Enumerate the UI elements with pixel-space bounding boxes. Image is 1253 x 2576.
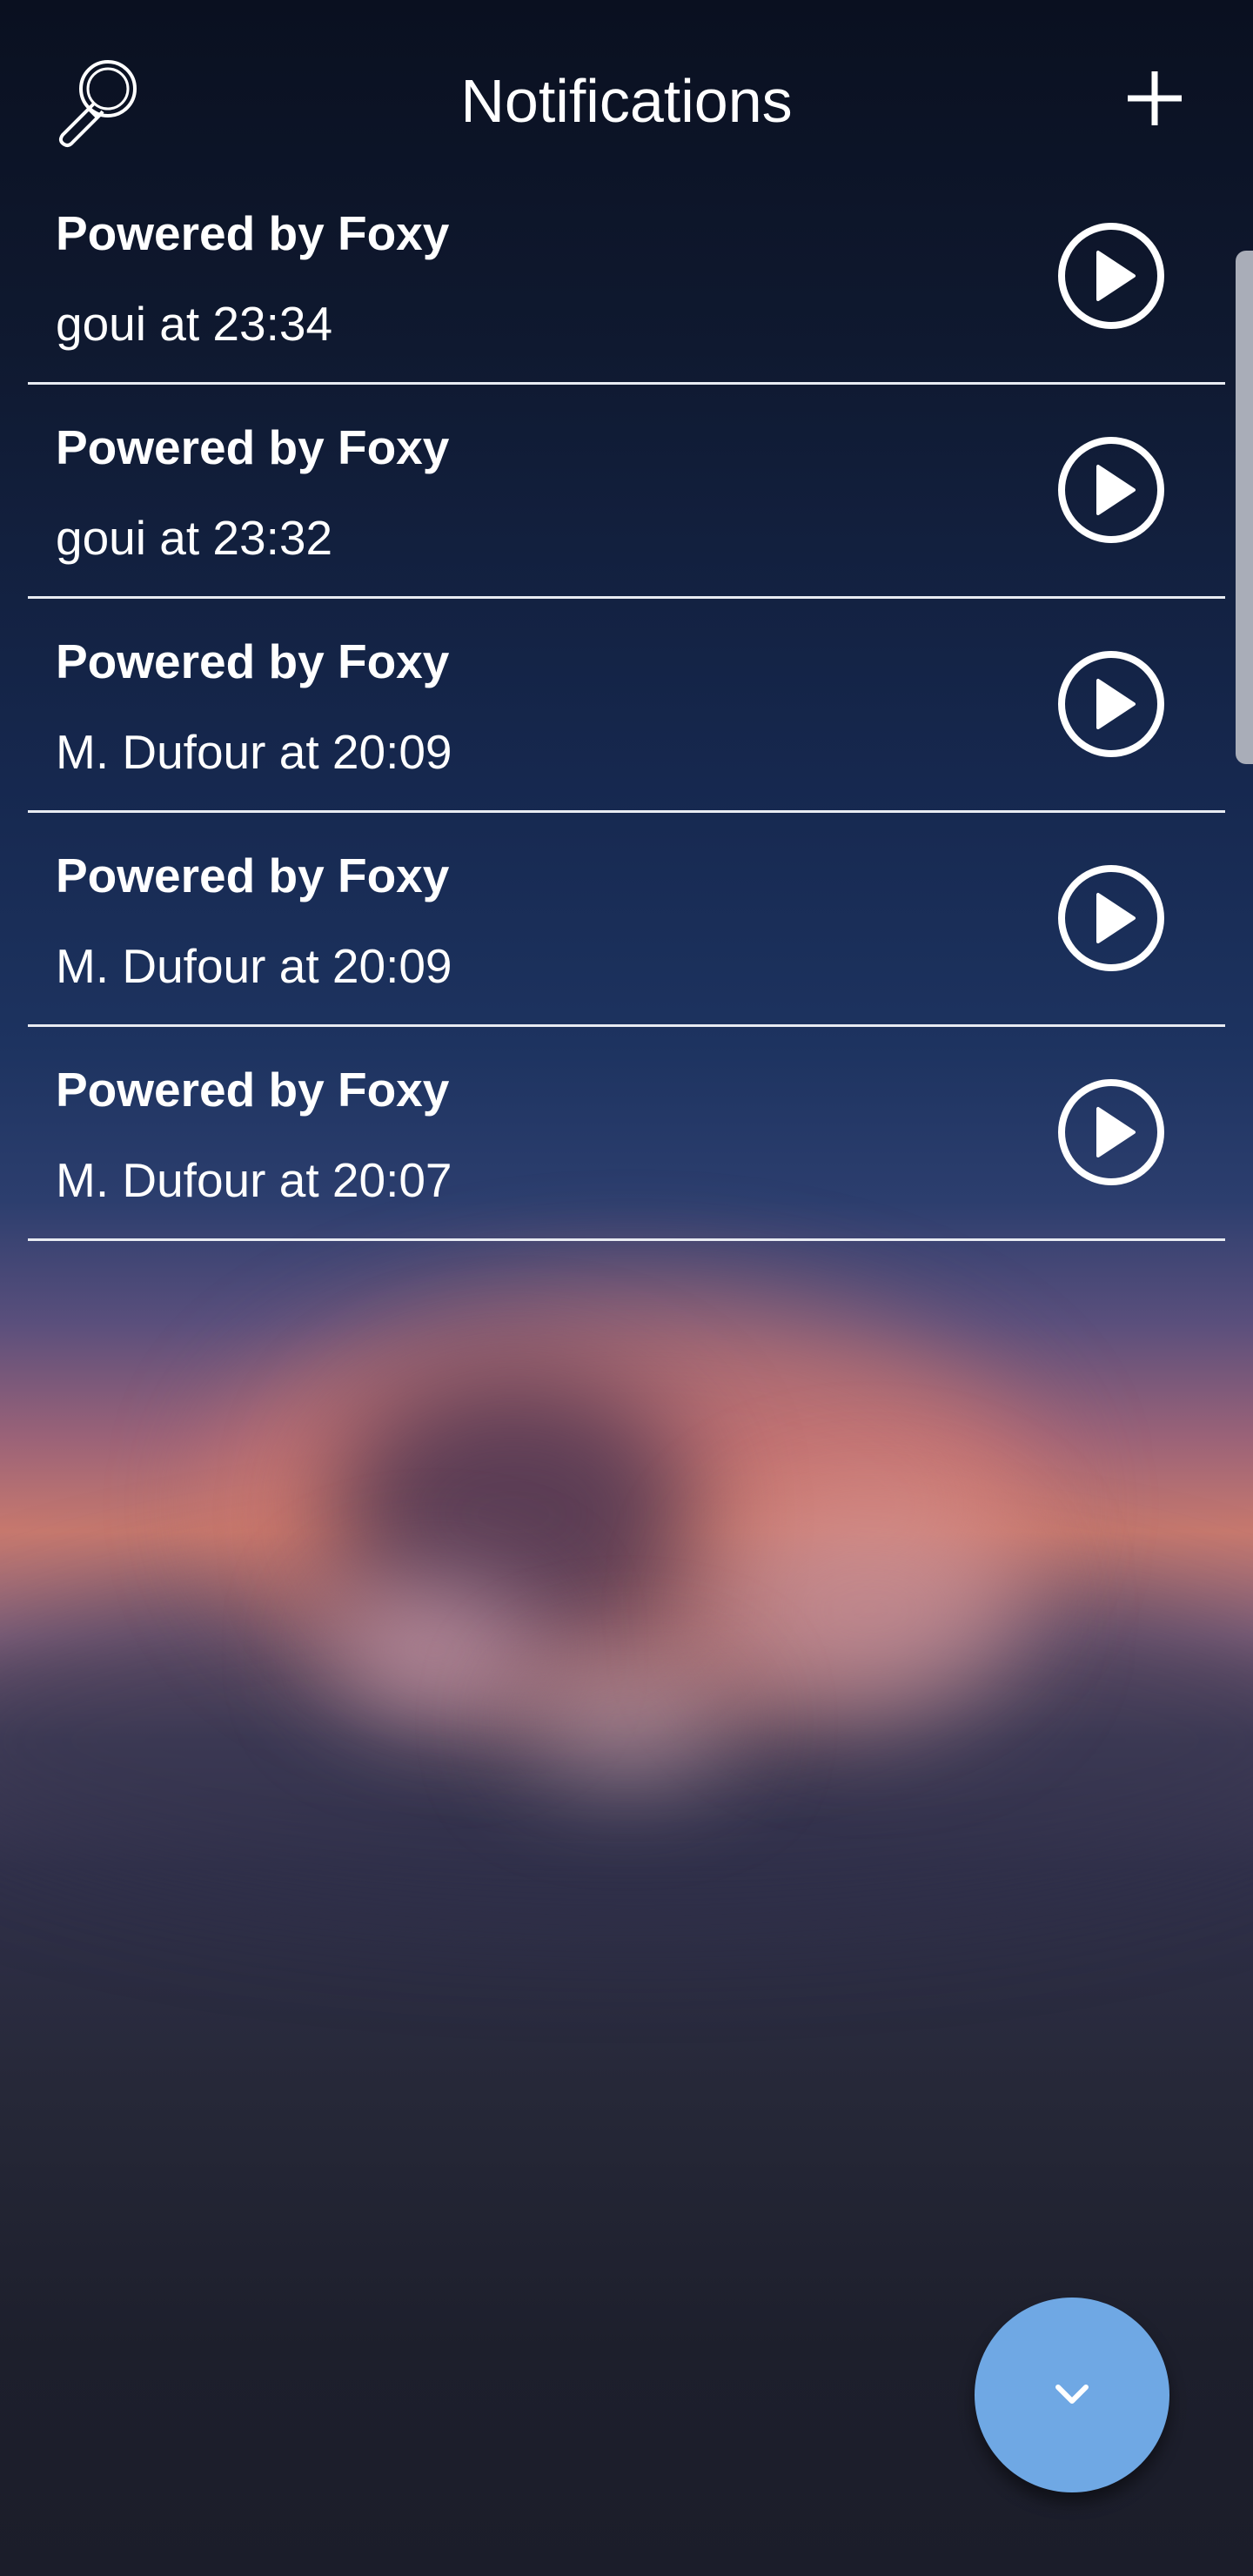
add-button[interactable] — [1122, 66, 1187, 131]
scroll-down-button[interactable] — [975, 2298, 1169, 2492]
notification-subtitle: goui at 23:32 — [56, 511, 333, 565]
play-icon[interactable] — [1056, 221, 1166, 331]
notification-subtitle: goui at 23:34 — [56, 297, 333, 351]
notification-title: Powered by Foxy — [56, 420, 450, 474]
play-icon[interactable] — [1056, 649, 1166, 759]
notification-title: Powered by Foxy — [56, 206, 450, 260]
page-title: Notifications — [460, 67, 793, 135]
play-icon[interactable] — [1056, 863, 1166, 973]
plus-icon — [1128, 71, 1182, 125]
app-header: Notifications — [0, 0, 1253, 191]
play-icon[interactable] — [1056, 435, 1166, 545]
notification-subtitle: M. Dufour at 20:09 — [56, 939, 452, 993]
notification-subtitle: M. Dufour at 20:07 — [56, 1153, 452, 1207]
notification-list: Powered by Foxy goui at 23:34 Powered by… — [28, 171, 1225, 1241]
notification-item[interactable]: Powered by Foxy M. Dufour at 20:07 — [28, 1027, 1225, 1241]
notification-title: Powered by Foxy — [56, 634, 450, 688]
notification-title: Powered by Foxy — [56, 849, 450, 902]
notification-title: Powered by Foxy — [56, 1063, 450, 1117]
scrollbar[interactable] — [1236, 251, 1253, 764]
notification-item[interactable]: Powered by Foxy goui at 23:34 — [28, 171, 1225, 385]
notification-item[interactable]: Powered by Foxy goui at 23:32 — [28, 385, 1225, 599]
play-icon[interactable] — [1056, 1077, 1166, 1187]
notification-item[interactable]: Powered by Foxy M. Dufour at 20:09 — [28, 599, 1225, 813]
chevron-down-icon — [1055, 2385, 1089, 2404]
notification-subtitle: M. Dufour at 20:09 — [56, 725, 452, 779]
notification-item[interactable]: Powered by Foxy M. Dufour at 20:09 — [28, 813, 1225, 1027]
